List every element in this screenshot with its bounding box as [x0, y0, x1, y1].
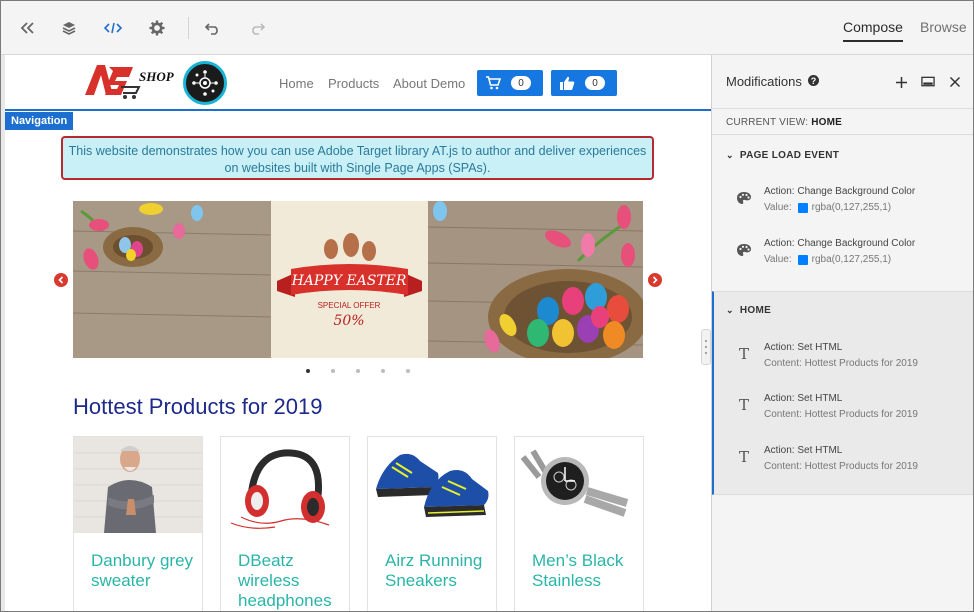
cart-icon [486, 76, 501, 90]
modification-action: Action: Change Background Color [764, 238, 916, 249]
thumbs-up-icon [560, 76, 575, 90]
section-page-load-event[interactable]: ⌄ PAGE LOAD EVENT [726, 150, 839, 161]
carousel-dot-4[interactable] [381, 369, 385, 373]
carousel-dot-5[interactable] [406, 369, 410, 373]
like-button[interactable]: 0 [551, 70, 617, 96]
site-header[interactable]: SHOP Home Products About Demo 0 0 [5, 55, 711, 111]
banner-line3: 50% [333, 313, 364, 329]
nav-home[interactable]: Home [279, 76, 314, 91]
nav-about-demo[interactable]: About Demo [393, 76, 465, 91]
current-view-value: HOME [811, 117, 843, 128]
layers-icon[interactable] [59, 18, 79, 38]
modification-action: Action: Change Background Color [764, 186, 916, 197]
cart-button[interactable]: 0 [477, 70, 543, 96]
text-icon: T [738, 345, 749, 363]
product-image [74, 437, 202, 533]
modification-item[interactable]: T Action: Set HTML Content: Hottest Prod… [712, 445, 973, 489]
section-home[interactable]: ⌄ HOME [726, 305, 771, 316]
palette-icon [736, 190, 752, 206]
cart-count: 0 [511, 76, 531, 90]
carousel-prev-arrow[interactable] [54, 273, 68, 287]
add-icon[interactable] [894, 75, 908, 89]
canvas-edge [1, 55, 5, 611]
logo-text: SHOP [139, 69, 175, 84]
banner-line1: HAPPY EASTER [291, 273, 407, 289]
modification-action: Action: Set HTML [764, 393, 843, 404]
modification-detail: Value: rgba(0,127,255,1) [764, 202, 891, 213]
modification-action: Action: Set HTML [764, 445, 843, 456]
code-icon[interactable] [103, 18, 123, 38]
page-canvas: SHOP Home Products About Demo 0 0 Naviga… [1, 55, 711, 611]
brand-circle-logo[interactable] [183, 61, 227, 105]
slide-eggs-nest-right [427, 201, 643, 358]
undo-icon[interactable] [203, 18, 223, 38]
section-label: PAGE LOAD EVENT [739, 150, 840, 161]
top-toolbar: Compose Browse [1, 1, 973, 55]
home-section: ⌄ HOME T Action: Set HTML Content: Hottes… [712, 291, 973, 495]
current-view-bar: CURRENT VIEW: HOME [712, 108, 973, 135]
tab-compose[interactable]: Compose [843, 19, 903, 42]
detail-label: Value: [764, 254, 792, 265]
section-title[interactable]: Hottest Products for 2019 [73, 394, 322, 420]
product-name[interactable]: DBeatz wireless headphones [238, 551, 349, 611]
modification-action: Action: Set HTML [764, 342, 843, 353]
close-icon[interactable] [948, 75, 962, 89]
help-icon[interactable]: ? [808, 75, 819, 86]
redo-icon[interactable] [247, 18, 267, 38]
current-view-label: CURRENT VIEW: [726, 117, 809, 128]
product-image [515, 437, 643, 533]
detail-label: Value: [764, 202, 792, 213]
carousel-dot-2[interactable] [331, 369, 335, 373]
color-swatch [797, 202, 808, 213]
navigation-tag[interactable]: Navigation [5, 112, 74, 130]
color-swatch [797, 254, 808, 265]
chevron-down-icon: ⌄ [726, 305, 734, 315]
banner-line2: SPECIAL OFFER [318, 301, 381, 310]
shop-logo[interactable]: SHOP [83, 61, 175, 106]
product-card-sweater[interactable]: Danbury grey sweater [73, 436, 203, 611]
product-image [221, 437, 349, 533]
modification-detail: Value: rgba(0,127,255,1) [764, 254, 891, 265]
modifications-panel: Modifications ? CURRENT VIEW: HOME ⌄ PAGE… [711, 55, 973, 611]
slide-easter-banner: HAPPY EASTER SPECIAL OFFER 50% [271, 201, 428, 358]
carousel-dot-3[interactable] [356, 369, 360, 373]
detail-value: rgba(0,127,255,1) [811, 202, 892, 213]
modification-detail: Content: Hottest Products for 2019 [764, 409, 918, 420]
text-icon: T [738, 396, 749, 414]
slide-eggs-nest-left [73, 201, 272, 358]
chevron-down-icon: ⌄ [726, 150, 734, 160]
text-icon: T [738, 448, 749, 466]
device-view-icon[interactable] [921, 75, 935, 89]
panel-header: Modifications ? [712, 55, 973, 109]
gear-icon[interactable] [147, 18, 167, 38]
modification-detail: Content: Hottest Products for 2019 [764, 358, 918, 369]
modification-item[interactable]: T Action: Set HTML Content: Hottest Prod… [712, 342, 973, 386]
hero-carousel[interactable]: HAPPY EASTER SPECIAL OFFER 50% [73, 201, 643, 358]
product-card-sneakers[interactable]: Airz Running Sneakers [367, 436, 497, 611]
toolbar-divider [188, 17, 189, 39]
panel-resize-handle[interactable] [701, 329, 711, 365]
product-card-headphones[interactable]: DBeatz wireless headphones [220, 436, 350, 611]
tab-browse[interactable]: Browse [920, 19, 967, 35]
modification-item[interactable]: Action: Change Background Color Value: r… [712, 238, 973, 282]
like-count: 0 [585, 76, 605, 90]
panel-title: Modifications [726, 74, 802, 89]
product-name[interactable]: Airz Running Sneakers [385, 551, 496, 591]
modification-item[interactable]: Action: Change Background Color Value: r… [712, 186, 973, 230]
product-name[interactable]: Danbury grey sweater [91, 551, 202, 591]
product-image [368, 437, 496, 533]
carousel-dot-1[interactable] [306, 369, 310, 373]
palette-icon [736, 242, 752, 258]
collapse-icon[interactable] [17, 18, 37, 38]
info-notice[interactable]: This website demonstrates how you can us… [61, 136, 654, 180]
modification-detail: Content: Hottest Products for 2019 [764, 461, 918, 472]
nav-products[interactable]: Products [328, 76, 379, 91]
product-name[interactable]: Men’s Black Stainless [532, 551, 643, 591]
app-window: Compose Browse SHOP Home Products About … [0, 0, 974, 612]
section-label: HOME [739, 305, 772, 316]
carousel-next-arrow[interactable] [648, 273, 662, 287]
modification-item[interactable]: T Action: Set HTML Content: Hottest Prod… [712, 393, 973, 437]
product-card-watch[interactable]: Men’s Black Stainless [514, 436, 644, 611]
detail-value: rgba(0,127,255,1) [811, 254, 892, 265]
